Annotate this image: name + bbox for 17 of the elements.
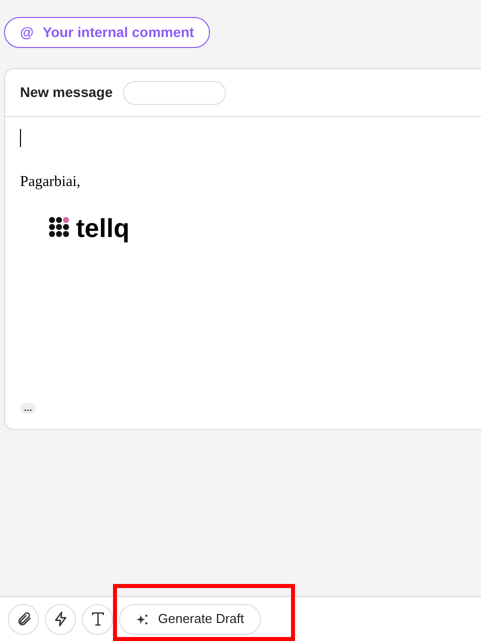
- recipient-field[interactable]: [122, 80, 226, 104]
- text-format-button[interactable]: [82, 604, 113, 634]
- message-title: New message: [20, 83, 113, 102]
- quick-action-button[interactable]: [45, 604, 76, 634]
- logo-text: tellq: [76, 214, 130, 240]
- internal-comment-button[interactable]: @ Your internal comment: [4, 17, 210, 48]
- attach-button[interactable]: [8, 604, 39, 634]
- generate-draft-button[interactable]: Generate Draft: [119, 604, 261, 634]
- text-format-icon: [90, 611, 106, 627]
- sparkle-icon: [136, 612, 149, 626]
- lightning-icon: [52, 611, 68, 627]
- more-chip[interactable]: ...: [20, 403, 36, 414]
- body-text: Pagarbiai,: [20, 173, 82, 192]
- paperclip-icon: [16, 611, 32, 627]
- text-cursor: [20, 129, 21, 147]
- logo-dots-icon: [48, 216, 72, 240]
- at-icon: @: [20, 22, 34, 43]
